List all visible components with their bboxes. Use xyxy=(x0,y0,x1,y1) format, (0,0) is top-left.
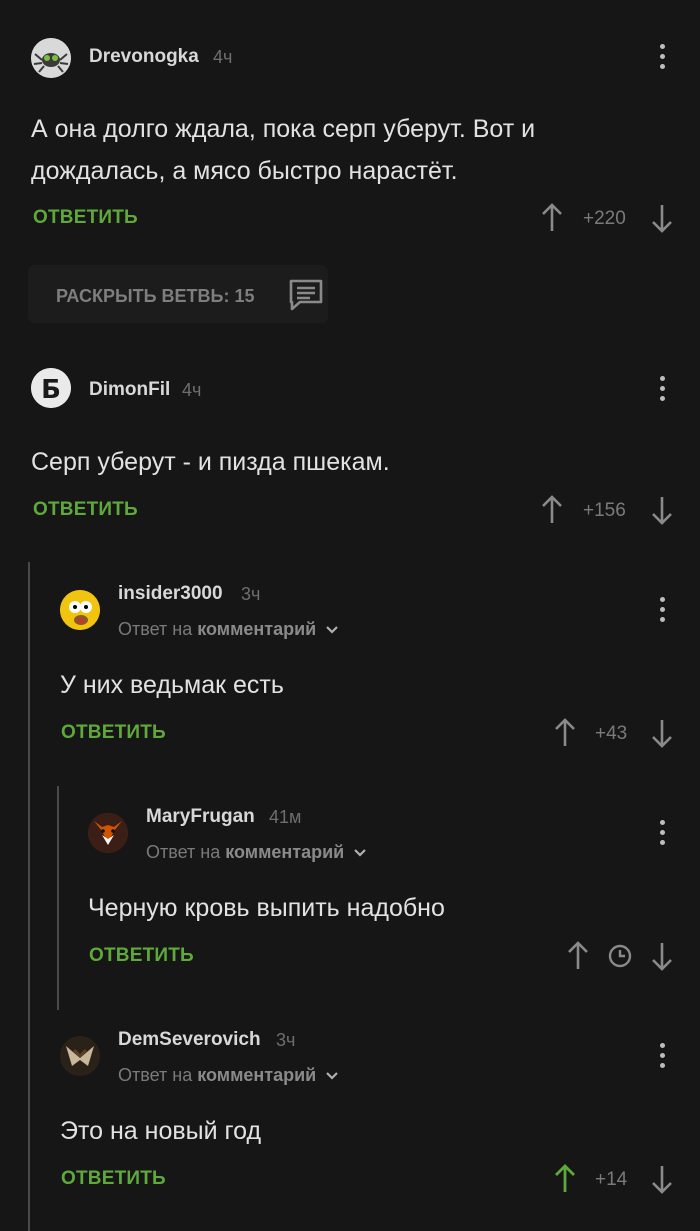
cartoon-avatar-icon xyxy=(60,590,100,630)
rating-value: +156 xyxy=(583,500,626,521)
comment-time: 4ч xyxy=(182,380,202,400)
more-options-icon[interactable] xyxy=(658,44,666,74)
reply-button[interactable]: ОТВЕТИТЬ xyxy=(61,722,166,744)
username[interactable]: DimonFil xyxy=(89,379,170,401)
rating-value: +220 xyxy=(583,208,626,229)
reply-to-prefix: Ответ на xyxy=(118,619,193,639)
upvote-arrow-icon[interactable] xyxy=(553,1164,577,1194)
comment-text-line: дождалась, а мясо быстро нарастёт. xyxy=(31,157,458,185)
spider-avatar-icon xyxy=(31,38,71,78)
clock-icon xyxy=(608,944,632,968)
thread-branch-line[interactable] xyxy=(57,786,59,1010)
chevron-down-icon xyxy=(326,626,339,634)
comment-time: 3ч xyxy=(276,1030,296,1050)
comment-text: Это на новый год xyxy=(60,1117,262,1145)
thread-branch-line[interactable] xyxy=(28,562,30,1231)
downvote-arrow-icon[interactable] xyxy=(650,203,674,233)
comment-text-line: А она долго ждала, пока серп уберут. Вот… xyxy=(31,115,536,143)
comment-bubble-icon xyxy=(289,279,323,311)
chevron-down-icon xyxy=(354,849,367,857)
expand-thread-button[interactable]: РАСКРЫТЬ ВЕТВЬ: 15 xyxy=(28,265,328,323)
downvote-arrow-icon[interactable] xyxy=(650,718,674,748)
downvote-arrow-icon[interactable] xyxy=(650,495,674,525)
comment-time: 41м xyxy=(269,807,302,827)
downvote-arrow-icon[interactable] xyxy=(650,941,674,971)
username[interactable]: insider3000 xyxy=(118,583,223,605)
reply-to-target: комментарий xyxy=(197,1065,317,1085)
avatar[interactable] xyxy=(31,38,71,78)
upvote-arrow-icon[interactable] xyxy=(540,495,564,525)
avatar[interactable] xyxy=(88,813,128,853)
username[interactable]: Drevonogka xyxy=(89,46,199,68)
upvote-arrow-icon[interactable] xyxy=(540,203,564,233)
reply-button[interactable]: ОТВЕТИТЬ xyxy=(61,1168,166,1190)
downvote-arrow-icon[interactable] xyxy=(650,1164,674,1194)
comment-text: У них ведьмак есть xyxy=(60,671,284,699)
comment-time: 3ч xyxy=(241,584,261,604)
reply-to-prefix: Ответ на xyxy=(146,842,221,862)
more-options-icon[interactable] xyxy=(658,820,666,850)
expand-thread-label: РАСКРЫТЬ ВЕТВЬ: 15 xyxy=(56,286,255,306)
avatar[interactable]: Б xyxy=(31,368,71,408)
avatar[interactable] xyxy=(60,1036,100,1076)
photo-avatar-icon xyxy=(60,1036,100,1076)
comment-text: Черную кровь выпить надобно xyxy=(88,894,445,922)
comment-text: А она долго ждала, пока серп уберут. Вот… xyxy=(31,108,535,192)
avatar[interactable] xyxy=(60,590,100,630)
more-options-icon[interactable] xyxy=(658,1043,666,1073)
comment-time: 4ч xyxy=(213,47,233,67)
reply-to-link[interactable]: Ответ на комментарий xyxy=(146,842,367,863)
reply-button[interactable]: ОТВЕТИТЬ xyxy=(33,207,138,229)
reply-button[interactable]: ОТВЕТИТЬ xyxy=(33,499,138,521)
reply-to-link[interactable]: Ответ на комментарий xyxy=(118,619,339,640)
reply-to-prefix: Ответ на xyxy=(118,1065,193,1085)
rating-value: +43 xyxy=(595,723,628,744)
letter-avatar-icon: Б xyxy=(31,368,71,408)
rating-value: +14 xyxy=(595,1169,628,1190)
more-options-icon[interactable] xyxy=(658,597,666,627)
reply-to-target: комментарий xyxy=(225,842,345,862)
upvote-arrow-icon[interactable] xyxy=(553,718,577,748)
avatar-letter: Б xyxy=(41,375,61,405)
reply-to-target: комментарий xyxy=(197,619,317,639)
reply-to-link[interactable]: Ответ на комментарий xyxy=(118,1065,339,1086)
comment-text: Серп уберут - и пизда пшекам. xyxy=(31,448,390,476)
reply-button[interactable]: ОТВЕТИТЬ xyxy=(89,945,194,967)
chevron-down-icon xyxy=(326,1072,339,1080)
username[interactable]: MaryFrugan xyxy=(146,806,255,828)
fox-avatar-icon xyxy=(88,813,128,853)
more-options-icon[interactable] xyxy=(658,376,666,406)
username[interactable]: DemSeverovich xyxy=(118,1029,261,1051)
upvote-arrow-icon[interactable] xyxy=(566,941,590,971)
